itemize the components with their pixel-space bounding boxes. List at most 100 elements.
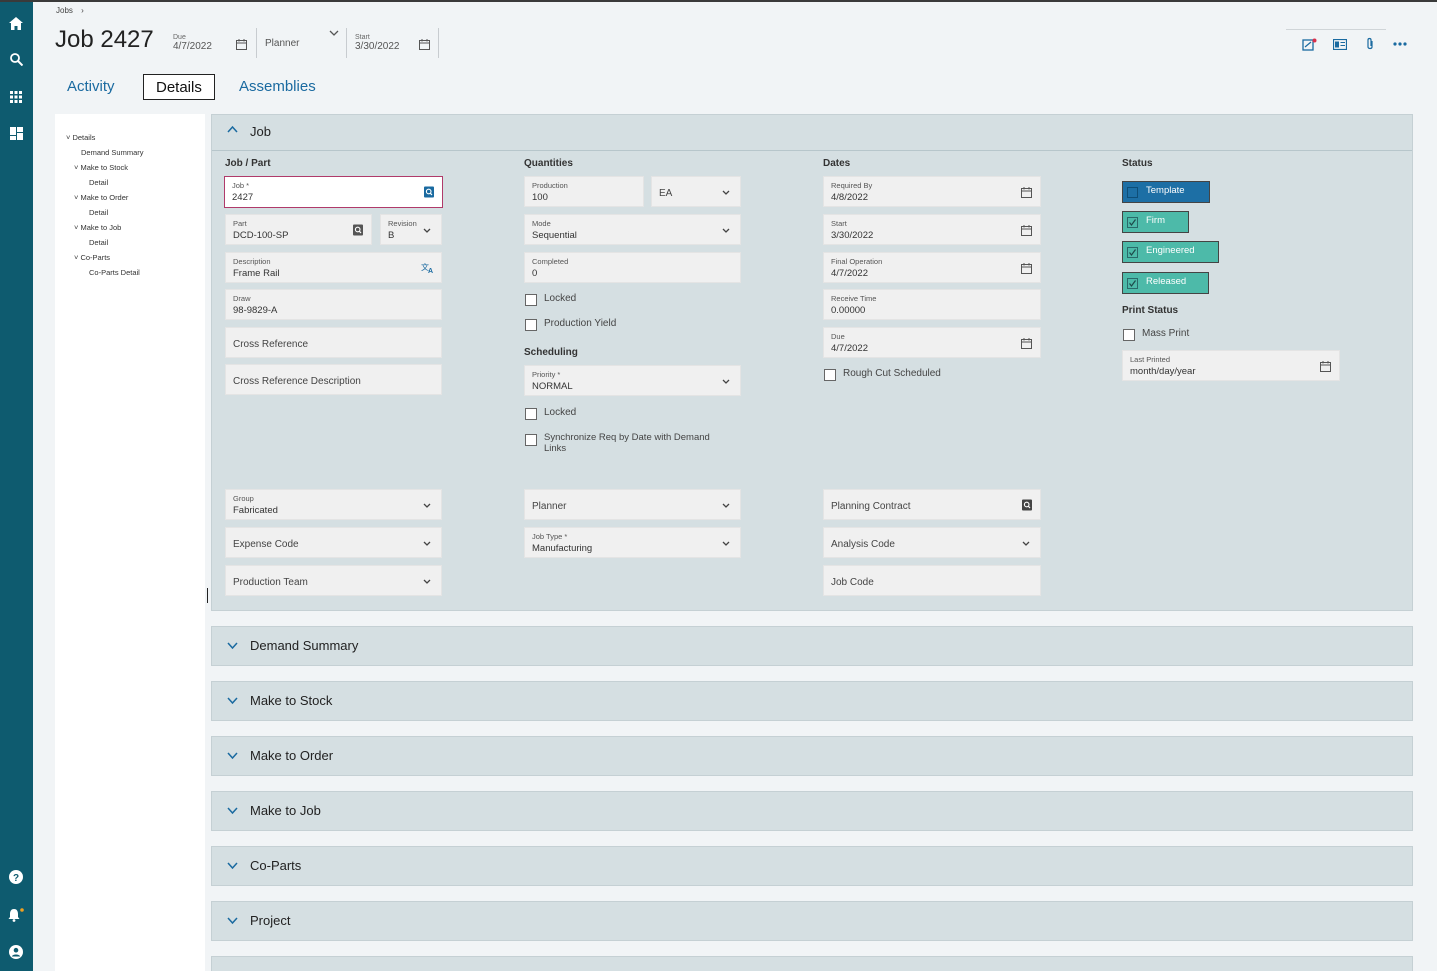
tree-item-make-to-order[interactable]: ˅ Make to Order (74, 193, 128, 202)
project-title[interactable]: Project (250, 913, 290, 928)
tab-activity[interactable]: Activity (67, 74, 115, 100)
completed-field[interactable]: Completed 0 (524, 252, 741, 283)
attachment-icon[interactable] (1362, 37, 1378, 51)
production-team-select[interactable]: Production Team (225, 565, 442, 596)
tree-item-demand-summary[interactable]: Demand Summary (81, 148, 144, 157)
make-to-job-title[interactable]: Make to Job (250, 803, 321, 818)
uom-select[interactable]: EA (651, 176, 741, 207)
make-to-order-panel[interactable] (211, 736, 1413, 776)
search-lookup-icon[interactable] (1021, 498, 1033, 511)
project-panel[interactable] (211, 901, 1413, 941)
tree-item-mtj-detail[interactable]: Detail (89, 238, 108, 247)
job-field[interactable]: Job * 2427 (224, 176, 443, 208)
description-field[interactable]: Description Frame Rail 文A (225, 252, 442, 283)
job-code-field[interactable]: Job Code (823, 565, 1041, 596)
calendar-icon[interactable] (1021, 336, 1033, 349)
tree-item-make-to-stock[interactable]: ˅ Make to Stock (74, 163, 128, 172)
demand-summary-title[interactable]: Demand Summary (250, 638, 358, 653)
cross-reference-description-field[interactable]: Cross Reference Description (225, 364, 442, 395)
make-to-job-panel[interactable] (211, 791, 1413, 831)
tree-item-co-parts[interactable]: ˅ Co-Parts (74, 253, 110, 262)
make-to-stock-panel[interactable] (211, 681, 1413, 721)
revision-select[interactable]: Revision B (380, 214, 442, 245)
co-parts-title[interactable]: Co-Parts (250, 858, 301, 873)
tree-item-details[interactable]: ˅ Details (66, 133, 95, 142)
expense-code-select[interactable]: Expense Code (225, 527, 442, 558)
tab-assemblies[interactable]: Assemblies (239, 74, 316, 100)
chevron-down-icon[interactable] (329, 24, 339, 42)
header-due-value: 4/7/2022 (173, 41, 212, 52)
calendar-icon[interactable] (419, 37, 430, 55)
chevron-down-icon[interactable] (227, 862, 238, 873)
apps-grid-icon[interactable] (5, 86, 27, 108)
analysis-code-select[interactable]: Analysis Code (823, 527, 1041, 558)
group-select[interactable]: Group Fabricated (225, 489, 442, 520)
tree-item-mto-detail[interactable]: Detail (89, 208, 108, 217)
make-to-order-title[interactable]: Make to Order (250, 748, 333, 763)
released-toggle[interactable]: Released (1122, 272, 1209, 294)
priority-select[interactable]: Priority * NORMAL (524, 365, 741, 396)
template-toggle[interactable]: Template (1122, 181, 1210, 203)
required-by-field[interactable]: Required By 4/8/2022 (823, 176, 1041, 207)
chevron-up-icon[interactable] (227, 125, 238, 136)
search-lookup-icon[interactable] (352, 223, 364, 236)
chevron-down-icon[interactable] (227, 697, 238, 708)
job-panel-title[interactable]: Job (250, 124, 271, 139)
co-parts-panel[interactable] (211, 846, 1413, 886)
calendar-icon[interactable] (236, 37, 247, 55)
mode-select[interactable]: Mode Sequential (524, 214, 741, 245)
more-options-icon[interactable] (1392, 37, 1408, 51)
completed-value: 0 (532, 268, 538, 279)
calendar-icon[interactable] (1021, 223, 1033, 236)
header-due-field[interactable]: Due 4/7/2022 (173, 34, 212, 52)
calendar-icon[interactable] (1021, 261, 1033, 274)
calendar-icon[interactable] (1320, 359, 1332, 372)
notes-icon[interactable] (1301, 37, 1317, 51)
splitter-handle[interactable] (207, 588, 208, 603)
tree-item-mts-detail[interactable]: Detail (89, 178, 108, 187)
cross-reference-field[interactable]: Cross Reference (225, 327, 442, 358)
panel-card-icon[interactable] (1332, 37, 1348, 51)
engineered-toggle[interactable]: Engineered (1122, 241, 1219, 263)
home-icon[interactable] (5, 12, 27, 34)
chevron-down-icon[interactable] (227, 917, 238, 928)
header-start-field[interactable]: Start 3/30/2022 (355, 34, 400, 52)
header-planner-select[interactable]: Planner (265, 38, 299, 49)
firm-toggle[interactable]: Firm (1122, 211, 1189, 233)
next-section-panel[interactable] (211, 956, 1413, 971)
tree-item-make-to-job[interactable]: ˅ Make to Job (74, 223, 121, 232)
receive-time-field[interactable]: Receive Time 0.00000 (823, 289, 1041, 320)
demand-summary-panel[interactable] (211, 626, 1413, 666)
draw-field[interactable]: Draw 98-9829-A (225, 289, 442, 320)
final-operation-field[interactable]: Final Operation 4/7/2022 (823, 252, 1041, 283)
chevron-down-icon[interactable] (227, 642, 238, 653)
make-to-stock-title[interactable]: Make to Stock (250, 693, 332, 708)
production-yield-checkbox[interactable] (525, 319, 537, 331)
part-field[interactable]: Part DCD-100-SP (225, 214, 372, 245)
breadcrumb-jobs[interactable]: Jobs (56, 6, 73, 15)
translate-icon[interactable]: 文A (421, 261, 435, 275)
start-date-field[interactable]: Start 3/30/2022 (823, 214, 1041, 245)
calendar-icon[interactable] (1021, 185, 1033, 198)
user-account-icon[interactable] (5, 941, 27, 963)
mass-print-checkbox[interactable] (1123, 329, 1135, 341)
last-printed-field[interactable]: Last Printed month/day/year (1122, 350, 1340, 381)
scheduling-locked-checkbox[interactable] (525, 408, 537, 420)
search-lookup-icon[interactable] (423, 185, 435, 198)
help-icon[interactable]: ? (5, 866, 27, 888)
notifications-bell-icon[interactable] (5, 904, 27, 926)
search-icon[interactable] (5, 48, 27, 70)
tab-details[interactable]: Details (143, 74, 215, 100)
rough-cut-scheduled-checkbox[interactable] (824, 369, 836, 381)
chevron-down-icon[interactable] (227, 807, 238, 818)
tree-item-co-parts-detail[interactable]: Co-Parts Detail (89, 268, 140, 277)
job-type-select[interactable]: Job Type * Manufacturing (524, 527, 741, 558)
synchronize-req-checkbox[interactable] (525, 434, 537, 446)
locked-checkbox[interactable] (525, 294, 537, 306)
due-date-field[interactable]: Due 4/7/2022 (823, 327, 1041, 358)
production-quantity-field[interactable]: Production 100 (524, 176, 644, 207)
planning-contract-field[interactable]: Planning Contract (823, 489, 1041, 520)
planner-select[interactable]: Planner (524, 489, 741, 520)
chevron-down-icon[interactable] (227, 752, 238, 763)
dashboard-icon[interactable] (5, 122, 27, 144)
